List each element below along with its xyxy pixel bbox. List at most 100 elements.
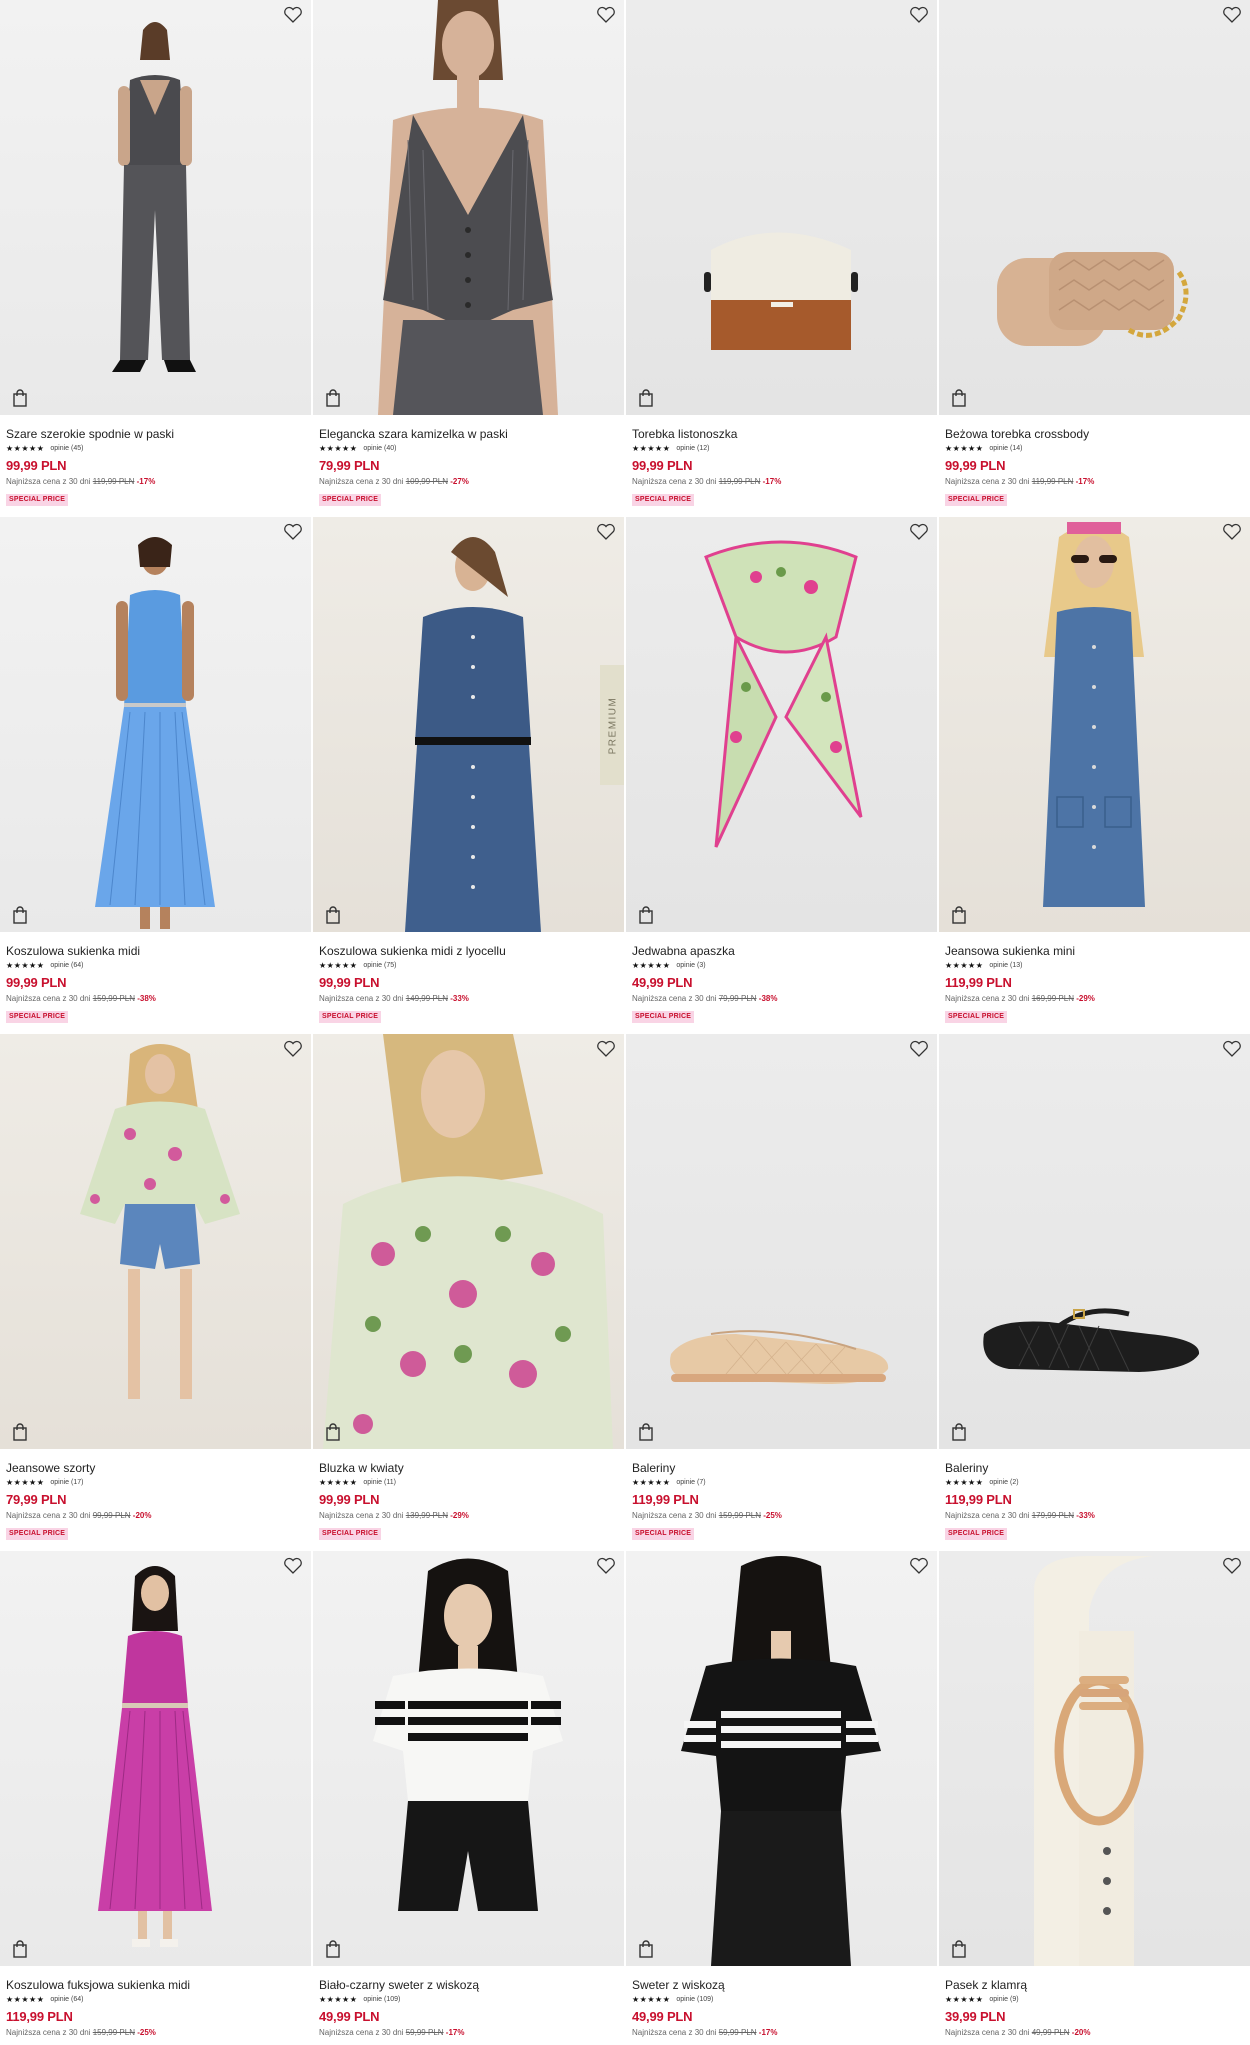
shopping-bag-icon[interactable] (638, 906, 654, 924)
product-name[interactable]: Koszulowa sukienka midi z lyocellu (319, 944, 620, 958)
product-image[interactable] (939, 1034, 1250, 1449)
heart-icon[interactable] (283, 1557, 303, 1575)
product-name[interactable]: Jedwabna apaszka (632, 944, 933, 958)
product-image[interactable] (939, 0, 1250, 415)
heart-icon[interactable] (283, 1040, 303, 1058)
review-count[interactable]: opinie (13) (989, 961, 1022, 971)
heart-icon[interactable] (1222, 6, 1242, 24)
review-count[interactable]: opinie (14) (989, 444, 1022, 454)
shopping-bag-icon[interactable] (12, 389, 28, 407)
product-card[interactable]: Koszulowa fuksjowa sukienka midi ★★★★★ o… (0, 1551, 313, 2045)
product-image[interactable] (626, 1034, 937, 1449)
shopping-bag-icon[interactable] (638, 1423, 654, 1441)
product-name[interactable]: Koszulowa fuksjowa sukienka midi (6, 1978, 307, 1992)
review-count[interactable]: opinie (17) (50, 1478, 83, 1488)
product-name[interactable]: Baleriny (632, 1461, 933, 1475)
shopping-bag-icon[interactable] (951, 1423, 967, 1441)
product-name[interactable]: Bluzka w kwiaty (319, 1461, 620, 1475)
product-name[interactable]: Jeansowa sukienka mini (945, 944, 1244, 958)
shopping-bag-icon[interactable] (12, 1423, 28, 1441)
review-count[interactable]: opinie (11) (363, 1478, 396, 1488)
product-name[interactable]: Elegancka szara kamizelka w paski (319, 427, 620, 441)
product-name[interactable]: Baleriny (945, 1461, 1244, 1475)
product-card[interactable]: Bluzka w kwiaty ★★★★★ opinie (11) 99,99 … (313, 1034, 626, 1551)
shopping-bag-icon[interactable] (638, 389, 654, 407)
product-image[interactable] (939, 1551, 1250, 1966)
product-card[interactable]: Torebka listonoszka ★★★★★ opinie (12) 99… (626, 0, 939, 517)
product-name[interactable]: Koszulowa sukienka midi (6, 944, 307, 958)
product-image[interactable] (0, 517, 311, 932)
product-card[interactable]: Koszulowa sukienka midi ★★★★★ opinie (64… (0, 517, 313, 1034)
shopping-bag-icon[interactable] (951, 1940, 967, 1958)
product-card[interactable]: Elegancka szara kamizelka w paski ★★★★★ … (313, 0, 626, 517)
review-count[interactable]: opinie (9) (989, 1995, 1018, 2005)
product-name[interactable]: Szare szerokie spodnie w paski (6, 427, 307, 441)
heart-icon[interactable] (596, 523, 616, 541)
premium-tag[interactable]: PREMIUM (600, 665, 624, 785)
shopping-bag-icon[interactable] (325, 906, 341, 924)
product-image[interactable] (313, 0, 624, 415)
product-image[interactable] (626, 0, 937, 415)
special-price-badge: SPECIAL PRICE (945, 1528, 1008, 1540)
product-image[interactable] (626, 1551, 937, 1966)
shopping-bag-icon[interactable] (325, 389, 341, 407)
heart-icon[interactable] (1222, 1040, 1242, 1058)
product-image[interactable] (0, 0, 311, 415)
review-count[interactable]: opinie (7) (676, 1478, 705, 1488)
product-name[interactable]: Beżowa torebka crossbody (945, 427, 1244, 441)
review-count[interactable]: opinie (45) (50, 444, 83, 454)
review-count[interactable]: opinie (64) (50, 961, 83, 971)
product-card[interactable]: Jeansowe szorty ★★★★★ opinie (17) 79,99 … (0, 1034, 313, 1551)
product-card[interactable]: Beżowa torebka crossbody ★★★★★ opinie (1… (939, 0, 1250, 517)
shopping-bag-icon[interactable] (325, 1423, 341, 1441)
shopping-bag-icon[interactable] (325, 1940, 341, 1958)
shopping-bag-icon[interactable] (951, 906, 967, 924)
product-image[interactable] (0, 1551, 311, 1966)
product-image[interactable] (0, 1034, 311, 1449)
heart-icon[interactable] (909, 6, 929, 24)
heart-icon[interactable] (1222, 1557, 1242, 1575)
heart-icon[interactable] (596, 6, 616, 24)
review-count[interactable]: opinie (40) (363, 444, 396, 454)
product-card[interactable]: Baleriny ★★★★★ opinie (2) 119,99 PLN Naj… (939, 1034, 1250, 1551)
review-count[interactable]: opinie (109) (676, 1995, 713, 2005)
product-card[interactable]: Pasek z klamrą ★★★★★ opinie (9) 39,99 PL… (939, 1551, 1250, 2045)
heart-icon[interactable] (283, 523, 303, 541)
review-count[interactable]: opinie (2) (989, 1478, 1018, 1488)
product-image[interactable] (313, 1034, 624, 1449)
product-name[interactable]: Sweter z wiskozą (632, 1978, 933, 1992)
product-name[interactable]: Jeansowe szorty (6, 1461, 307, 1475)
product-card[interactable]: Jedwabna apaszka ★★★★★ opinie (3) 49,99 … (626, 517, 939, 1034)
product-card[interactable]: Szare szerokie spodnie w paski ★★★★★ opi… (0, 0, 313, 517)
heart-icon[interactable] (909, 1040, 929, 1058)
heart-icon[interactable] (909, 523, 929, 541)
heart-icon[interactable] (596, 1557, 616, 1575)
product-card[interactable]: PREMIUM Koszulowa sukienka midi z lyocel… (313, 517, 626, 1034)
product-image[interactable] (939, 517, 1250, 932)
product-card[interactable]: Sweter z wiskozą ★★★★★ opinie (109) 49,9… (626, 1551, 939, 2045)
heart-icon[interactable] (596, 1040, 616, 1058)
review-count[interactable]: opinie (3) (676, 961, 705, 971)
shopping-bag-icon[interactable] (12, 906, 28, 924)
product-image[interactable] (313, 1551, 624, 1966)
heart-icon[interactable] (909, 1557, 929, 1575)
product-image[interactable]: PREMIUM (313, 517, 624, 932)
product-card[interactable]: Biało-czarny sweter z wiskozą ★★★★★ opin… (313, 1551, 626, 2045)
heart-icon[interactable] (1222, 523, 1242, 541)
product-rating: ★★★★★ opinie (12) (632, 444, 933, 454)
product-card[interactable]: Jeansowa sukienka mini ★★★★★ opinie (13)… (939, 517, 1250, 1034)
review-count[interactable]: opinie (109) (363, 1995, 400, 2005)
denim-mini-dress-image (1043, 522, 1145, 907)
product-image[interactable] (626, 517, 937, 932)
heart-icon[interactable] (283, 6, 303, 24)
shopping-bag-icon[interactable] (12, 1940, 28, 1958)
product-name[interactable]: Pasek z klamrą (945, 1978, 1244, 1992)
review-count[interactable]: opinie (64) (50, 1995, 83, 2005)
product-name[interactable]: Torebka listonoszka (632, 427, 933, 441)
shopping-bag-icon[interactable] (951, 389, 967, 407)
shopping-bag-icon[interactable] (638, 1940, 654, 1958)
product-name[interactable]: Biało-czarny sweter z wiskozą (319, 1978, 620, 1992)
review-count[interactable]: opinie (75) (363, 961, 396, 971)
review-count[interactable]: opinie (12) (676, 444, 709, 454)
product-card[interactable]: Baleriny ★★★★★ opinie (7) 119,99 PLN Naj… (626, 1034, 939, 1551)
